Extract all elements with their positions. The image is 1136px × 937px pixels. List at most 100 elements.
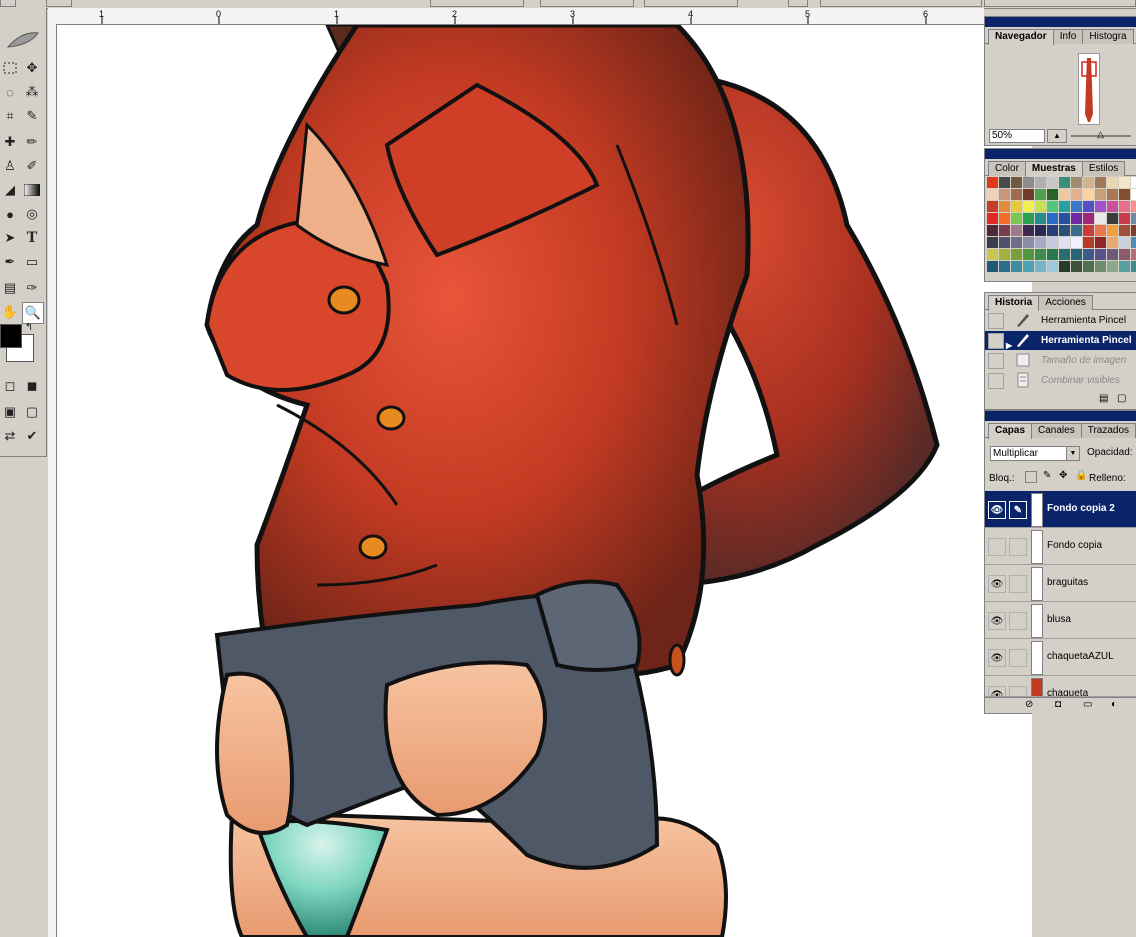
tab-acciones[interactable]: Acciones: [1038, 295, 1093, 310]
color-swatch[interactable]: [1047, 177, 1058, 188]
color-swatch[interactable]: [1119, 261, 1130, 272]
color-swatch[interactable]: [999, 189, 1010, 200]
color-swatch[interactable]: [1119, 213, 1130, 224]
color-swatch[interactable]: [1011, 189, 1022, 200]
color-swatch[interactable]: [1131, 201, 1136, 212]
color-swatch[interactable]: [999, 213, 1010, 224]
history-item[interactable]: Combinar visibles: [985, 371, 1136, 390]
color-swatch[interactable]: [1071, 213, 1082, 224]
color-swatch[interactable]: [1035, 249, 1046, 260]
sponge-tool-icon[interactable]: ◎: [22, 204, 42, 224]
color-swatch[interactable]: [1107, 249, 1118, 260]
color-swatch[interactable]: [1059, 201, 1070, 212]
color-swatch[interactable]: [999, 261, 1010, 272]
color-swatch[interactable]: [1035, 177, 1046, 188]
eye-icon[interactable]: 👁: [988, 575, 1006, 593]
link-box[interactable]: [1009, 612, 1027, 630]
color-swatch[interactable]: [999, 201, 1010, 212]
color-swatch[interactable]: [1035, 261, 1046, 272]
options-segment[interactable]: [0, 0, 16, 7]
color-swatch[interactable]: [1095, 177, 1106, 188]
eye-icon[interactable]: [988, 538, 1006, 556]
layer-name[interactable]: Fondo copia 2: [1047, 503, 1115, 514]
color-swatch[interactable]: [1083, 225, 1094, 236]
brush-icon[interactable]: ✎: [1009, 501, 1027, 519]
layer-row[interactable]: 👁 braguitas: [985, 565, 1136, 602]
layer-row[interactable]: 👁 chaquetaAZUL: [985, 639, 1136, 676]
color-swatch[interactable]: [1071, 201, 1082, 212]
color-swatch[interactable]: [1059, 249, 1070, 260]
palette-well[interactable]: [984, 0, 1136, 7]
history-item[interactable]: Tamaño de imagen: [985, 351, 1136, 370]
color-swatch[interactable]: [1095, 225, 1106, 236]
magic-wand-icon[interactable]: ⁂: [22, 82, 42, 102]
link-box[interactable]: [1009, 649, 1027, 667]
eraser-tool-icon[interactable]: ◢: [0, 180, 20, 200]
color-swatch[interactable]: [1035, 201, 1046, 212]
color-swatch[interactable]: [1095, 213, 1106, 224]
color-swatch[interactable]: [1083, 189, 1094, 200]
tab-historia[interactable]: Historia: [988, 295, 1040, 311]
screen-mode-icon[interactable]: ▣: [0, 402, 20, 422]
layer-name[interactable]: braguitas: [1047, 577, 1088, 588]
healing-brush-icon[interactable]: ✚: [0, 132, 20, 152]
layer-row[interactable]: Fondo copia: [985, 528, 1136, 565]
color-swatch[interactable]: [1011, 201, 1022, 212]
color-swatch[interactable]: [1107, 237, 1118, 248]
layer-name[interactable]: blusa: [1047, 614, 1071, 625]
gradient-tool-icon[interactable]: [22, 180, 42, 200]
color-swatch[interactable]: [1107, 201, 1118, 212]
color-swatch[interactable]: [1059, 237, 1070, 248]
layer-name[interactable]: chaquetaAZUL: [1047, 651, 1114, 662]
color-swatch[interactable]: [1131, 177, 1136, 188]
color-swatch[interactable]: [1023, 201, 1034, 212]
history-checkbox[interactable]: [988, 373, 1004, 389]
link-box[interactable]: [1009, 538, 1027, 556]
color-swatch[interactable]: [1119, 249, 1130, 260]
marquee-tool-icon[interactable]: [0, 58, 20, 78]
history-item[interactable]: ▶ Herramienta Pincel: [985, 331, 1136, 350]
color-swatch[interactable]: [999, 237, 1010, 248]
color-swatch[interactable]: [1023, 177, 1034, 188]
zoom-out-icon[interactable]: ▲: [1047, 129, 1067, 143]
new-document-icon[interactable]: ▢: [1117, 393, 1126, 404]
edit-icon[interactable]: ✔: [22, 426, 42, 446]
color-swatch[interactable]: [1011, 237, 1022, 248]
zoom-level-input[interactable]: 50%: [989, 129, 1045, 143]
color-swatch[interactable]: [1095, 237, 1106, 248]
color-swatch[interactable]: [1131, 213, 1136, 224]
blend-mode-select[interactable]: Multiplicar ▼: [990, 446, 1080, 461]
options-segment[interactable]: [644, 0, 738, 7]
zoom-slider-handle-icon[interactable]: △: [1097, 129, 1104, 140]
navigator-thumbnail[interactable]: [1078, 53, 1100, 125]
link-box[interactable]: [1009, 575, 1027, 593]
color-swatch[interactable]: [1023, 225, 1034, 236]
eye-icon[interactable]: 👁: [988, 612, 1006, 630]
color-swatch[interactable]: [1119, 177, 1130, 188]
layer-mask-icon[interactable]: ◘: [1055, 699, 1061, 710]
tab-color[interactable]: Color: [988, 161, 1026, 176]
tab-navegador[interactable]: Navegador: [988, 29, 1054, 45]
color-swatch[interactable]: [1023, 189, 1034, 200]
color-swatch[interactable]: [1035, 189, 1046, 200]
move-tool-icon[interactable]: ✥: [22, 58, 42, 78]
document-canvas[interactable]: [57, 25, 1032, 937]
color-swatch[interactable]: [1011, 261, 1022, 272]
history-brush-icon[interactable]: ✐: [22, 156, 42, 176]
color-swatch[interactable]: [1011, 177, 1022, 188]
tab-trazados[interactable]: Trazados: [1080, 423, 1136, 438]
color-swatch[interactable]: [1047, 213, 1058, 224]
path-select-icon[interactable]: ➤: [0, 228, 20, 248]
eye-icon[interactable]: 👁: [988, 686, 1006, 696]
color-swatch[interactable]: [1023, 237, 1034, 248]
standard-mode-icon[interactable]: ◻: [0, 376, 20, 396]
history-item[interactable]: Herramienta Pincel: [985, 311, 1136, 330]
color-swatch[interactable]: [1107, 225, 1118, 236]
color-swatch[interactable]: [1035, 213, 1046, 224]
slice-tool-icon[interactable]: ✎: [22, 106, 42, 126]
color-swatch[interactable]: [1071, 177, 1082, 188]
crop-tool-icon[interactable]: ⌗: [0, 106, 20, 126]
layer-name[interactable]: chaqueta: [1047, 688, 1088, 696]
layer-row[interactable]: 👁 ✎ Fondo copia 2: [985, 491, 1136, 528]
panel-titlebar[interactable]: [985, 149, 1136, 159]
